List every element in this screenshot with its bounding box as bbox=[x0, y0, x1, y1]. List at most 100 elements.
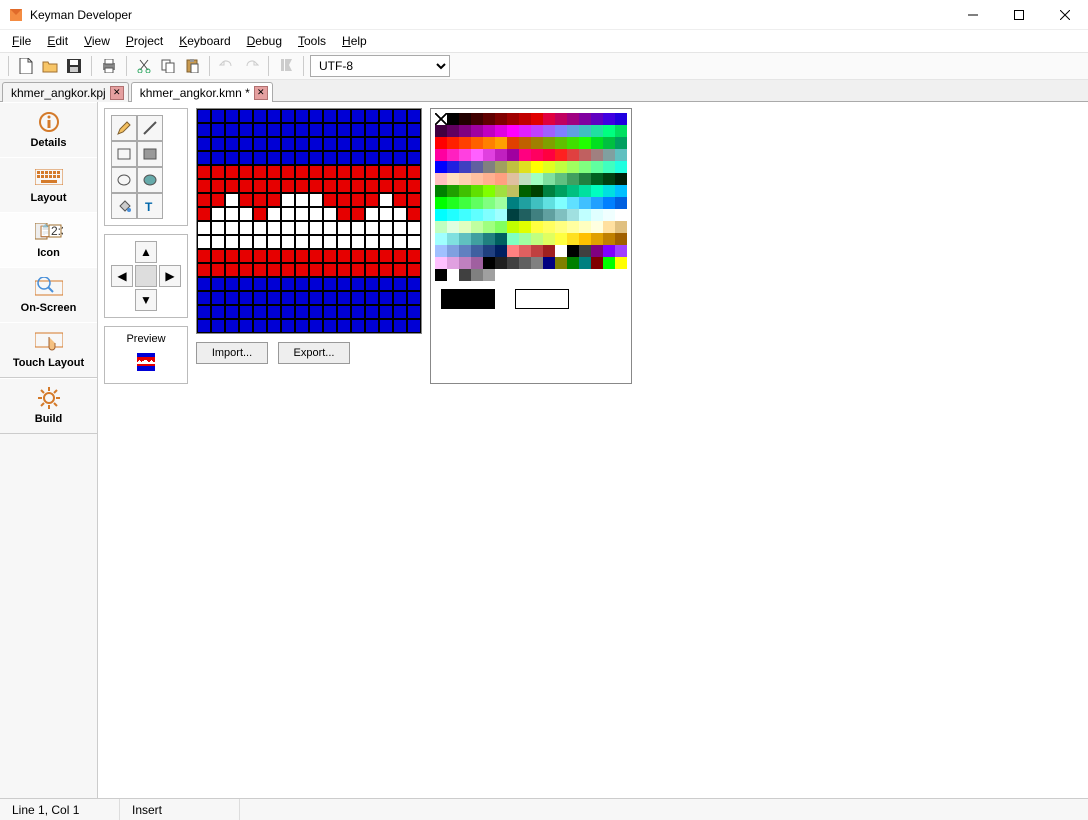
palette-color[interactable] bbox=[567, 125, 579, 137]
palette-color[interactable] bbox=[459, 221, 471, 233]
pixel[interactable] bbox=[393, 193, 407, 207]
palette-color[interactable] bbox=[471, 161, 483, 173]
palette-color[interactable] bbox=[495, 221, 507, 233]
export-button[interactable]: Export... bbox=[278, 342, 350, 364]
palette-color[interactable] bbox=[615, 137, 627, 149]
palette-color[interactable] bbox=[615, 161, 627, 173]
pixel[interactable] bbox=[323, 193, 337, 207]
palette-color[interactable] bbox=[483, 269, 495, 281]
palette-color[interactable] bbox=[579, 137, 591, 149]
pixel[interactable] bbox=[365, 165, 379, 179]
pixel[interactable] bbox=[407, 221, 421, 235]
pixel[interactable] bbox=[393, 151, 407, 165]
nav-layout[interactable]: Layout bbox=[0, 157, 97, 212]
pixel[interactable] bbox=[281, 109, 295, 123]
pixel[interactable] bbox=[295, 221, 309, 235]
palette-color[interactable] bbox=[447, 173, 459, 185]
palette-color[interactable] bbox=[435, 209, 447, 221]
pixel[interactable] bbox=[253, 137, 267, 151]
pixel[interactable] bbox=[225, 109, 239, 123]
nav-build[interactable]: Build bbox=[0, 378, 97, 433]
palette-color[interactable] bbox=[615, 113, 627, 125]
pixel[interactable] bbox=[407, 277, 421, 291]
pixel[interactable] bbox=[253, 305, 267, 319]
pixel[interactable] bbox=[295, 249, 309, 263]
pixel[interactable] bbox=[407, 249, 421, 263]
pixel[interactable] bbox=[239, 291, 253, 305]
palette-color[interactable] bbox=[615, 209, 627, 221]
pixel[interactable] bbox=[309, 305, 323, 319]
pixel[interactable] bbox=[323, 109, 337, 123]
pixel[interactable] bbox=[337, 277, 351, 291]
encoding-select[interactable]: UTF-8 bbox=[310, 55, 450, 77]
palette-color[interactable] bbox=[471, 137, 483, 149]
palette-color[interactable] bbox=[591, 257, 603, 269]
pixel[interactable] bbox=[225, 123, 239, 137]
pixel[interactable] bbox=[295, 291, 309, 305]
palette-color[interactable] bbox=[555, 233, 567, 245]
pixel[interactable] bbox=[267, 109, 281, 123]
palette-color[interactable] bbox=[483, 209, 495, 221]
palette-color[interactable] bbox=[483, 137, 495, 149]
pixel[interactable] bbox=[253, 319, 267, 333]
palette-color[interactable] bbox=[567, 161, 579, 173]
pixel[interactable] bbox=[295, 207, 309, 221]
pixel[interactable] bbox=[267, 263, 281, 277]
palette-color[interactable] bbox=[543, 233, 555, 245]
pixel[interactable] bbox=[253, 179, 267, 193]
pixel[interactable] bbox=[365, 137, 379, 151]
pixel[interactable] bbox=[239, 137, 253, 151]
palette-color[interactable] bbox=[591, 185, 603, 197]
pixel[interactable] bbox=[393, 179, 407, 193]
palette-color[interactable] bbox=[447, 221, 459, 233]
pixel[interactable] bbox=[239, 165, 253, 179]
close-icon[interactable]: ✕ bbox=[110, 86, 124, 100]
palette-color[interactable] bbox=[603, 173, 615, 185]
pixel[interactable] bbox=[281, 123, 295, 137]
palette-color[interactable] bbox=[435, 221, 447, 233]
palette-color[interactable] bbox=[531, 233, 543, 245]
pixel[interactable] bbox=[295, 123, 309, 137]
palette-color[interactable] bbox=[459, 173, 471, 185]
pixel[interactable] bbox=[407, 235, 421, 249]
pixel[interactable] bbox=[393, 207, 407, 221]
palette-color[interactable] bbox=[615, 185, 627, 197]
palette-color[interactable] bbox=[519, 245, 531, 257]
palette-color[interactable] bbox=[603, 113, 615, 125]
palette-color[interactable] bbox=[615, 221, 627, 233]
pixel[interactable] bbox=[281, 151, 295, 165]
pixel[interactable] bbox=[267, 291, 281, 305]
pixel[interactable] bbox=[365, 319, 379, 333]
move-left[interactable]: ◀ bbox=[111, 265, 133, 287]
palette-color[interactable] bbox=[579, 161, 591, 173]
pixel[interactable] bbox=[379, 123, 393, 137]
pixel[interactable] bbox=[379, 277, 393, 291]
palette-color[interactable] bbox=[471, 149, 483, 161]
palette-color[interactable] bbox=[459, 245, 471, 257]
pixel[interactable] bbox=[309, 277, 323, 291]
pixel[interactable] bbox=[337, 123, 351, 137]
pixel[interactable] bbox=[267, 235, 281, 249]
pixel[interactable] bbox=[309, 235, 323, 249]
pixel[interactable] bbox=[267, 123, 281, 137]
palette-color[interactable] bbox=[531, 137, 543, 149]
palette-color[interactable] bbox=[591, 197, 603, 209]
pixel[interactable] bbox=[337, 249, 351, 263]
palette-color[interactable] bbox=[543, 125, 555, 137]
pixel[interactable] bbox=[351, 249, 365, 263]
palette-color[interactable] bbox=[567, 173, 579, 185]
palette-color[interactable] bbox=[519, 257, 531, 269]
print-button[interactable] bbox=[98, 55, 120, 77]
pixel[interactable] bbox=[281, 235, 295, 249]
palette-color[interactable] bbox=[603, 185, 615, 197]
palette-color[interactable] bbox=[579, 221, 591, 233]
stop-button[interactable] bbox=[275, 55, 297, 77]
palette-color[interactable] bbox=[507, 149, 519, 161]
pixel[interactable] bbox=[365, 305, 379, 319]
pixel[interactable] bbox=[253, 109, 267, 123]
pixel[interactable] bbox=[351, 277, 365, 291]
pixel[interactable] bbox=[407, 319, 421, 333]
new-file-button[interactable] bbox=[15, 55, 37, 77]
menu-file[interactable]: File bbox=[6, 32, 37, 50]
filled-rect-tool[interactable] bbox=[137, 141, 163, 167]
